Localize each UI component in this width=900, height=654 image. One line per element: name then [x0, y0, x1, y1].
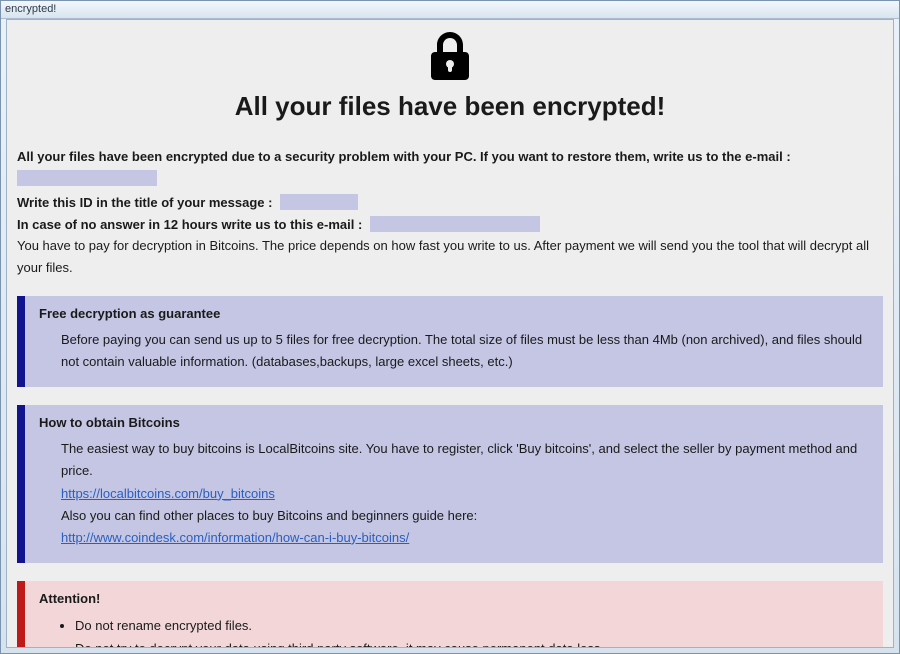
intro-line3: In case of no answer in 12 hours write u… [17, 217, 362, 232]
lock-icon [424, 70, 476, 85]
redacted-email-1 [17, 170, 157, 186]
intro-line1: All your files have been encrypted due t… [17, 149, 791, 164]
redacted-email-2 [370, 216, 540, 232]
link-coindesk[interactable]: http://www.coindesk.com/information/how-… [61, 530, 409, 545]
panel-free-decryption: Free decryption as guarantee Before payi… [17, 296, 883, 387]
intro-block: All your files have been encrypted due t… [17, 146, 883, 278]
redacted-id [280, 194, 358, 210]
attn-item: Do not try to decrypt your data using th… [75, 637, 871, 647]
link-localbitcoins[interactable]: https://localbitcoins.com/buy_bitcoins [61, 486, 275, 501]
panel-obtain-bitcoins: How to obtain Bitcoins The easiest way t… [17, 405, 883, 562]
content-scroll[interactable]: All your files have been encrypted! All … [7, 20, 893, 647]
panel-btc-body2: Also you can find other places to buy Bi… [61, 505, 871, 527]
attn-item: Do not rename encrypted files. [75, 614, 871, 637]
window-frame: encrypted! All your files have been encr… [0, 0, 900, 654]
panel-free-body: Before paying you can send us up to 5 fi… [39, 329, 871, 373]
intro-line2: Write this ID in the title of your messa… [17, 195, 272, 210]
page-title: All your files have been encrypted! [17, 91, 883, 122]
intro-line4: You have to pay for decryption in Bitcoi… [17, 235, 883, 278]
panel-free-title: Free decryption as guarantee [39, 306, 871, 321]
client-area: All your files have been encrypted! All … [6, 19, 894, 648]
panel-btc-title: How to obtain Bitcoins [39, 415, 871, 430]
panel-btc-body1: The easiest way to buy bitcoins is Local… [61, 438, 871, 482]
panel-attention: Attention! Do not rename encrypted files… [17, 581, 883, 647]
window-title: encrypted! [1, 1, 899, 19]
lock-icon-wrap [17, 30, 883, 85]
panel-attn-title: Attention! [39, 591, 871, 606]
